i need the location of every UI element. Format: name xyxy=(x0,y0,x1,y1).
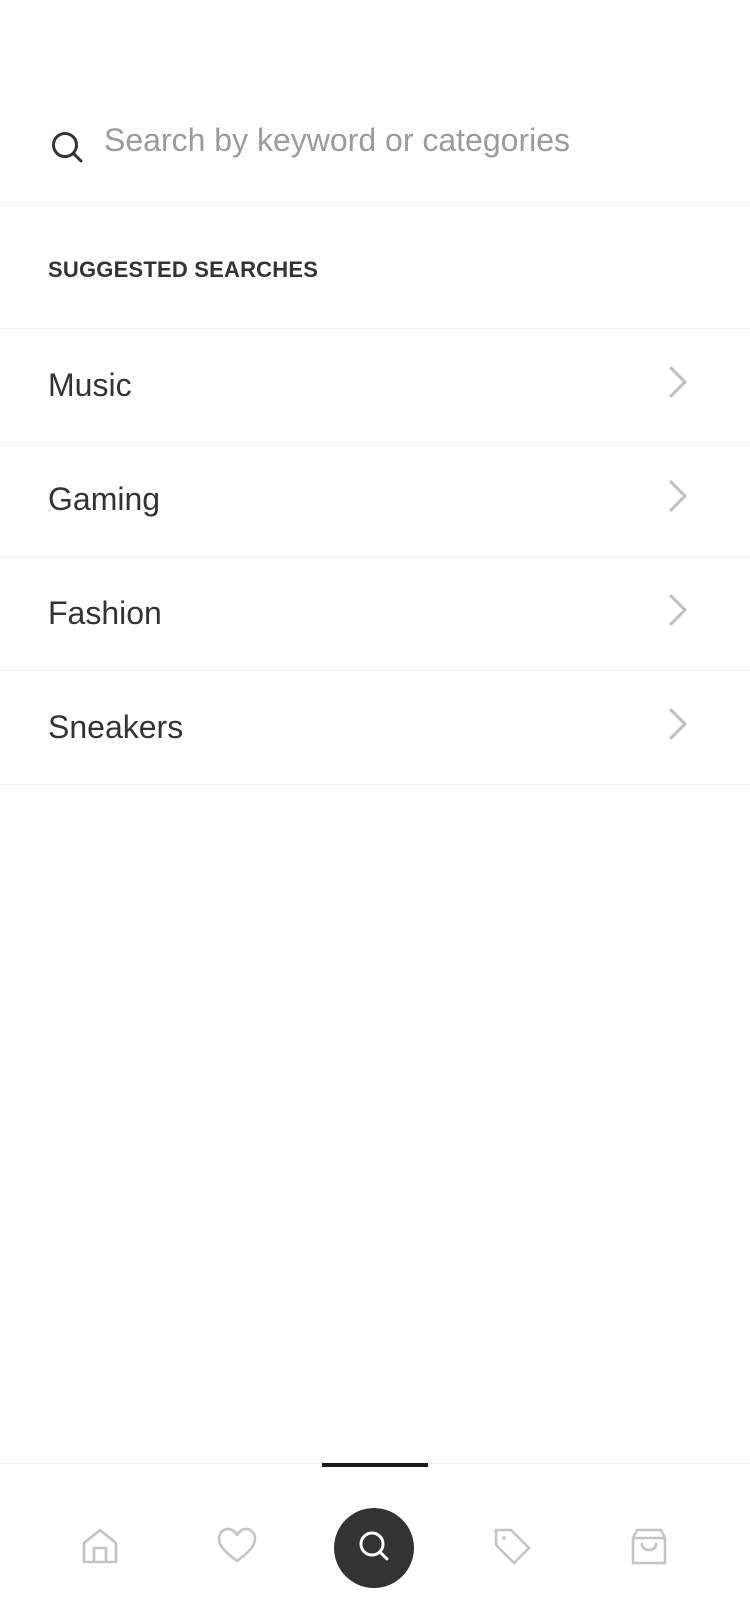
chevron-right-icon xyxy=(666,479,690,513)
bottom-navigation xyxy=(0,1463,750,1624)
nav-favorites[interactable] xyxy=(197,1508,277,1588)
suggested-item-label: Music xyxy=(48,367,132,403)
nav-home[interactable] xyxy=(60,1508,140,1588)
search-icon xyxy=(357,1529,391,1568)
search-input[interactable] xyxy=(104,122,704,159)
suggested-item-label: Sneakers xyxy=(48,709,184,745)
suggested-item-label: Fashion xyxy=(48,595,162,631)
suggested-item-gaming[interactable]: Gaming xyxy=(0,443,750,557)
shopping-bag-icon xyxy=(630,1526,668,1571)
home-icon xyxy=(80,1526,120,1571)
suggested-searches-heading: SUGGESTED SEARCHES xyxy=(0,206,750,329)
status-bar-area xyxy=(0,0,750,92)
active-tab-indicator xyxy=(322,1463,428,1467)
suggested-searches-list: Music Gaming Fashion Sneakers xyxy=(0,329,750,785)
nav-search[interactable] xyxy=(334,1508,414,1588)
nav-sell[interactable] xyxy=(472,1508,552,1588)
nav-cart[interactable] xyxy=(609,1508,689,1588)
suggested-item-label: Gaming xyxy=(48,481,161,517)
search-screen: SUGGESTED SEARCHES Music Gaming Fashion … xyxy=(0,0,750,1624)
chevron-right-icon xyxy=(666,593,690,627)
suggested-item-fashion[interactable]: Fashion xyxy=(0,557,750,671)
search-icon xyxy=(50,130,84,164)
tag-icon xyxy=(492,1526,532,1571)
heart-icon xyxy=(216,1526,258,1571)
chevron-right-icon xyxy=(666,707,690,741)
suggested-item-sneakers[interactable]: Sneakers xyxy=(0,671,750,785)
chevron-right-icon xyxy=(666,365,690,399)
search-bar[interactable] xyxy=(0,92,750,206)
suggested-item-music[interactable]: Music xyxy=(0,329,750,443)
